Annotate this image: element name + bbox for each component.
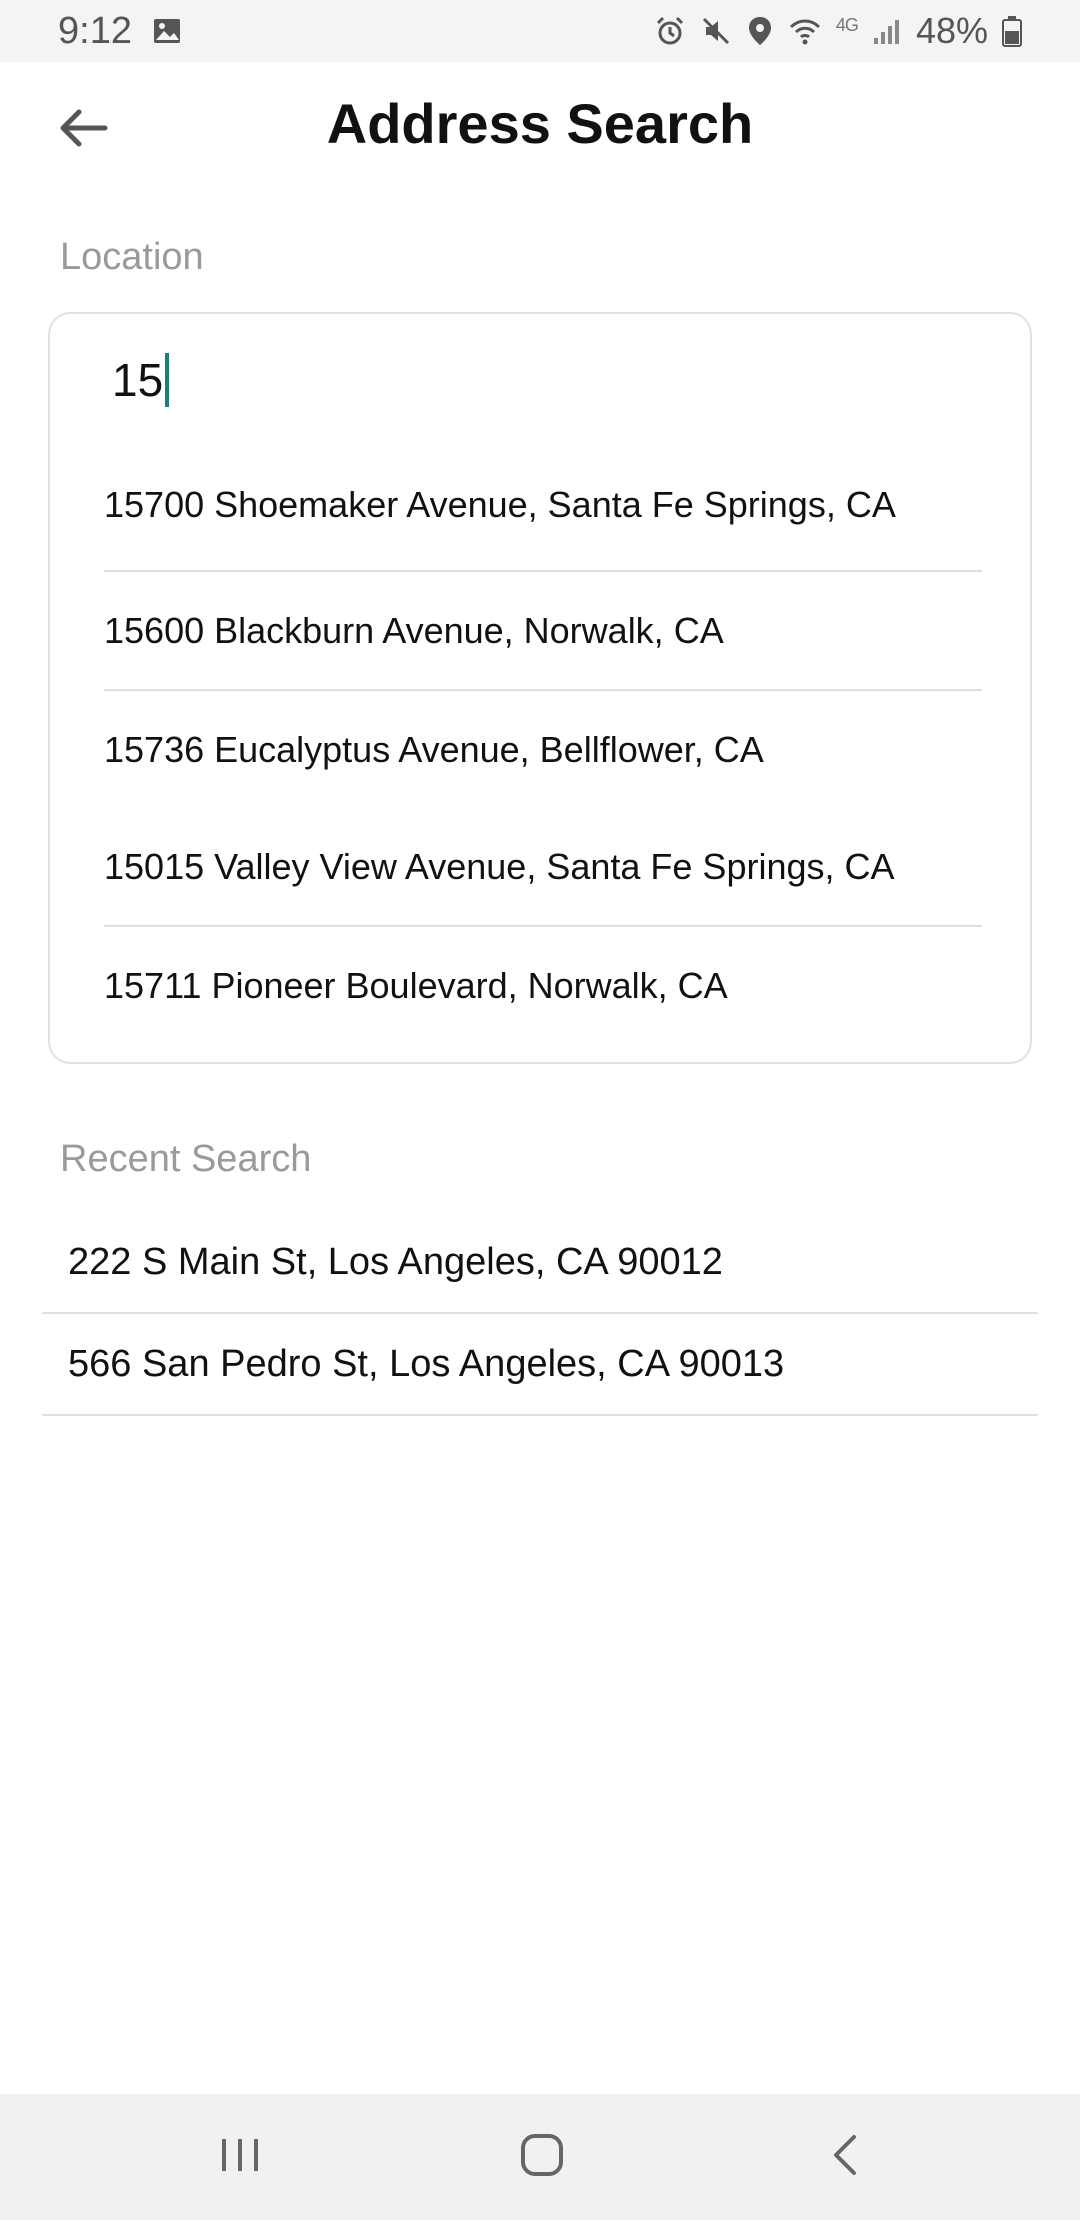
network-type: 4G	[835, 14, 859, 35]
wifi-icon	[788, 15, 822, 47]
recent-search-text: 566 San Pedro St, Los Angeles, CA 90013	[68, 1342, 785, 1385]
recent-search-item[interactable]: 222 S Main St, Los Angeles, CA 90012	[42, 1212, 1038, 1314]
alarm-icon	[654, 15, 686, 47]
search-input-value: 15	[112, 354, 164, 406]
page-title: Address Search	[326, 92, 754, 155]
battery-icon	[1002, 15, 1022, 47]
recent-search-list: 222 S Main St, Los Angeles, CA 90012 566…	[42, 1212, 1038, 1416]
recent-apps-icon	[218, 2135, 262, 2180]
text-cursor	[165, 353, 170, 407]
suggestion-text: 15600 Blackburn Avenue, Norwalk, CA	[104, 609, 724, 651]
suggestion-item[interactable]: 15015 Valley View Avenue, Santa Fe Sprin…	[104, 808, 982, 925]
location-icon	[746, 15, 774, 47]
suggestion-text: 15711 Pioneer Boulevard, Norwalk, CA	[104, 964, 728, 1006]
suggestion-text: 15736 Eucalyptus Avenue, Bellflower, CA	[104, 728, 764, 770]
suggestion-text: 15700 Shoemaker Avenue, Santa Fe Springs…	[104, 484, 896, 525]
suggestion-item[interactable]: 15711 Pioneer Boulevard, Norwalk, CA	[104, 927, 982, 1044]
status-time: 9:12	[58, 10, 132, 52]
location-search-input[interactable]: 15	[112, 350, 170, 410]
back-icon	[828, 2133, 864, 2182]
suggestion-list: 15700 Shoemaker Avenue, Santa Fe Springs…	[104, 470, 982, 1044]
signal-icon	[872, 16, 902, 46]
mute-icon	[700, 15, 732, 47]
home-button[interactable]	[502, 2124, 582, 2190]
suggestion-item[interactable]: 15700 Shoemaker Avenue, Santa Fe Springs…	[104, 470, 982, 570]
header: Address Search	[0, 62, 1080, 192]
recent-search-label: Recent Search	[60, 1138, 312, 1180]
recent-search-item[interactable]: 566 San Pedro St, Los Angeles, CA 90013	[42, 1314, 1038, 1416]
status-icons: 4G 48%	[654, 8, 1022, 54]
recent-search-text: 222 S Main St, Los Angeles, CA 90012	[68, 1240, 723, 1283]
suggestion-item[interactable]: 15600 Blackburn Avenue, Norwalk, CA	[104, 572, 982, 689]
system-nav-bar	[0, 2094, 1080, 2220]
system-back-button[interactable]	[806, 2124, 886, 2190]
gallery-icon	[152, 16, 182, 46]
location-label: Location	[60, 236, 204, 278]
recent-apps-button[interactable]	[200, 2124, 280, 2190]
home-icon	[518, 2131, 566, 2184]
suggestion-item[interactable]: 15736 Eucalyptus Avenue, Bellflower, CA	[104, 691, 982, 808]
search-card: 15 15700 Shoemaker Avenue, Santa Fe Spri…	[48, 312, 1032, 1064]
status-bar: 9:12 4G 48%	[0, 0, 1080, 62]
battery-percent: 48%	[915, 10, 988, 51]
suggestion-text: 15015 Valley View Avenue, Santa Fe Sprin…	[104, 845, 895, 887]
